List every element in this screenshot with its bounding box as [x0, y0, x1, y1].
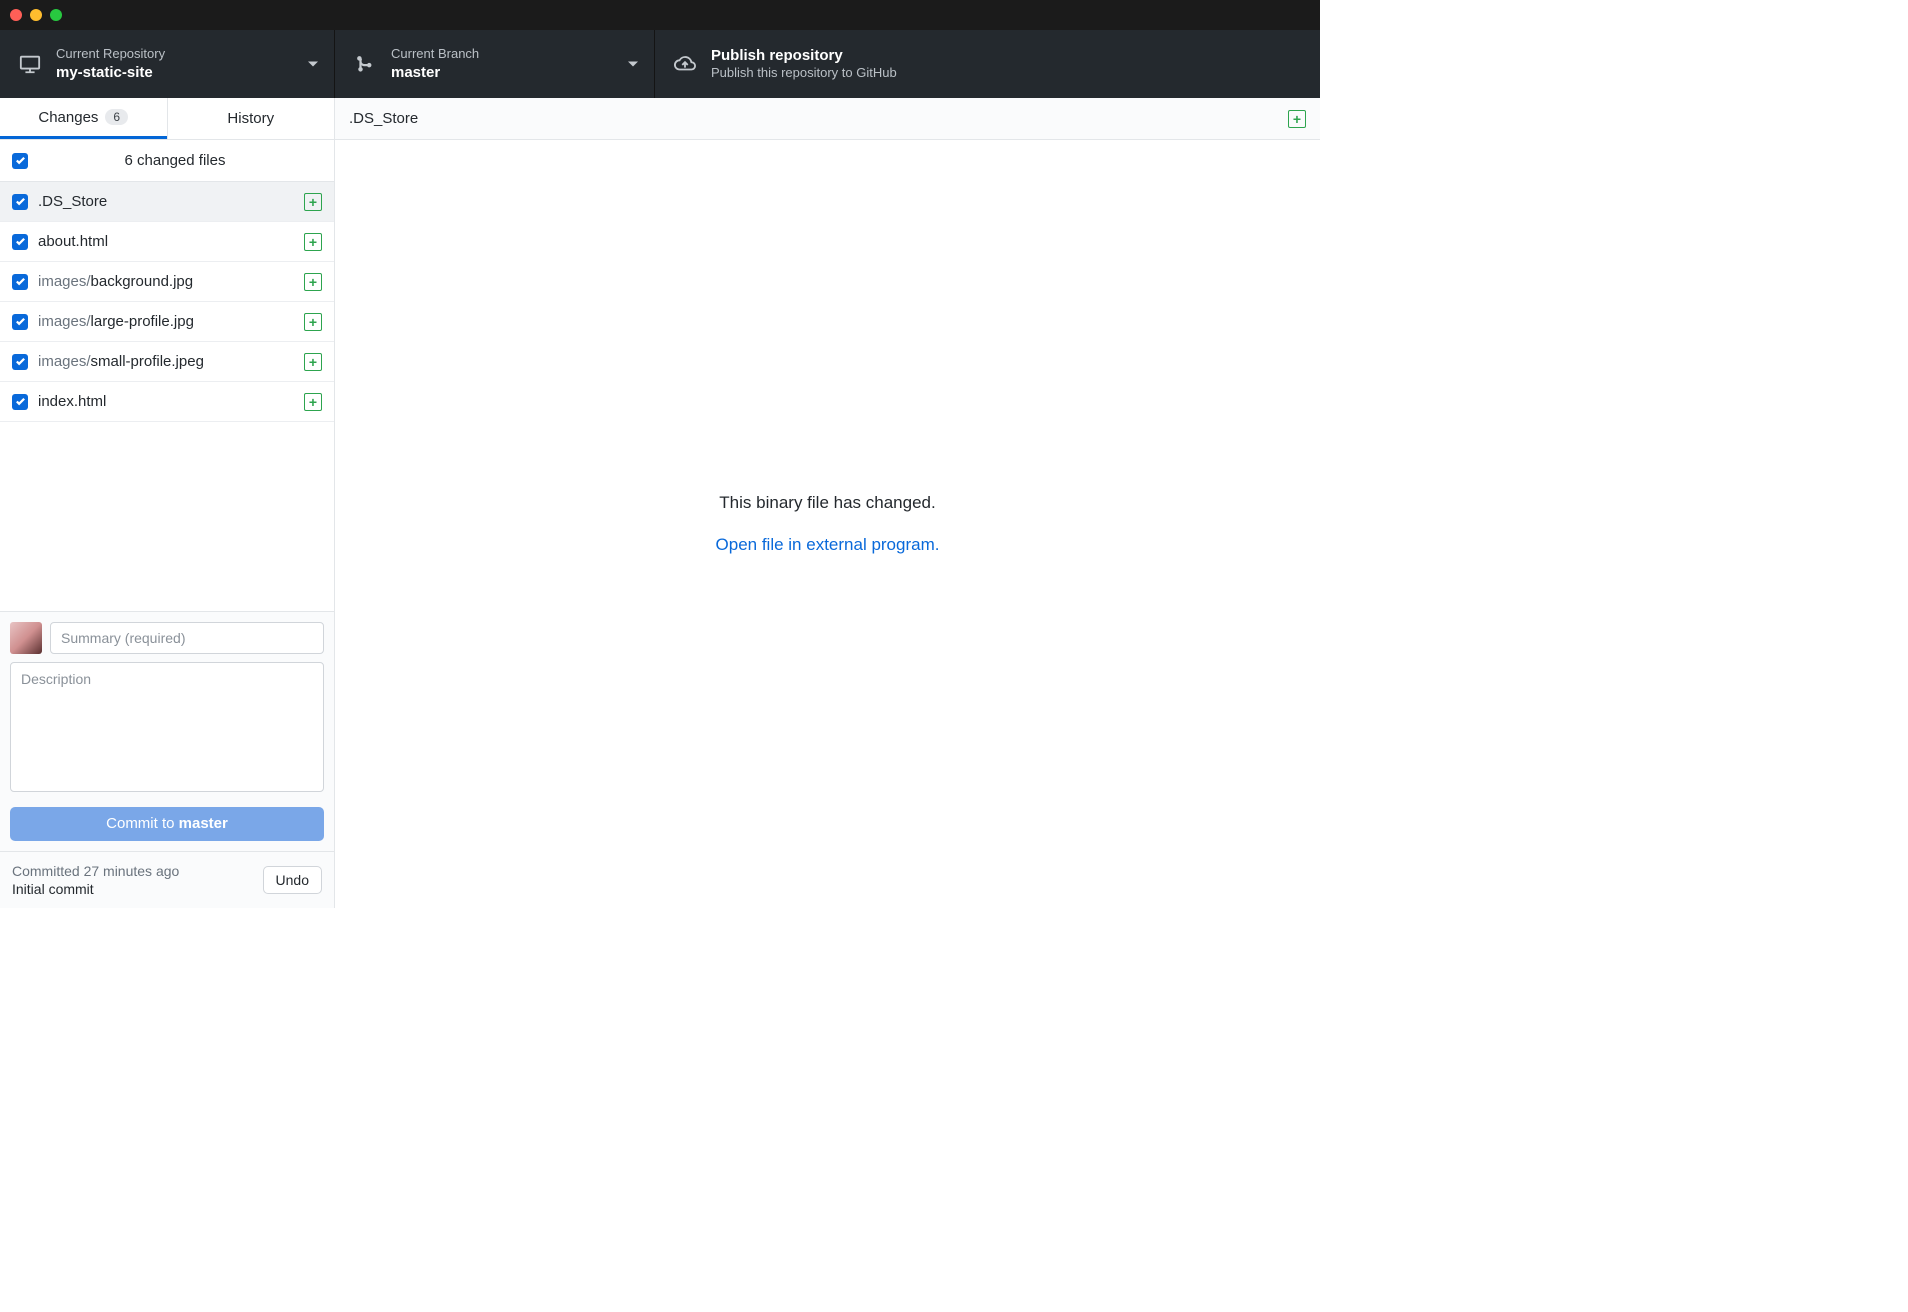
author-avatar [10, 622, 42, 654]
file-checkbox[interactable] [12, 314, 28, 330]
file-row[interactable]: .DS_Store + [0, 182, 334, 222]
added-icon: + [1288, 110, 1306, 128]
publish-title: Publish repository [711, 46, 897, 66]
monitor-icon [18, 52, 42, 76]
diff-body: This binary file has changed. Open file … [335, 140, 1320, 908]
changed-files-list: .DS_Store + about.html + images/backgrou… [0, 182, 334, 611]
file-name: .DS_Store [38, 193, 107, 210]
file-name: large-profile.jpg [91, 313, 194, 330]
commit-button[interactable]: Commit to master [10, 807, 324, 841]
added-icon: + [304, 393, 322, 411]
publish-subtitle: Publish this repository to GitHub [711, 65, 897, 82]
current-branch-dropdown[interactable]: Current Branch master [335, 30, 655, 98]
recent-commit-time: Committed 27 minutes ago [12, 862, 179, 880]
file-name: about.html [38, 233, 108, 250]
commit-button-prefix: Commit to [106, 815, 179, 832]
changes-sidebar: Changes 6 History 6 changed files .DS_St… [0, 98, 335, 908]
window-minimize-button[interactable] [30, 9, 42, 21]
repo-name: my-static-site [56, 63, 165, 83]
file-row[interactable]: images/large-profile.jpg + [0, 302, 334, 342]
file-name: background.jpg [91, 273, 194, 290]
file-dir: images/ [38, 313, 91, 330]
file-checkbox[interactable] [12, 394, 28, 410]
file-checkbox[interactable] [12, 194, 28, 210]
changes-count-badge: 6 [105, 109, 128, 125]
commit-summary-input[interactable] [50, 622, 324, 654]
current-repository-dropdown[interactable]: Current Repository my-static-site [0, 30, 335, 98]
branch-label: Current Branch [391, 46, 479, 63]
added-icon: + [304, 273, 322, 291]
publish-repository-button[interactable]: Publish repository Publish this reposito… [655, 30, 1320, 98]
diff-panel: .DS_Store + This binary file has changed… [335, 98, 1320, 908]
recent-commit-strip[interactable]: Committed 27 minutes ago Initial commit … [0, 851, 334, 908]
added-icon: + [304, 193, 322, 211]
window-close-button[interactable] [10, 9, 22, 21]
added-icon: + [304, 233, 322, 251]
commit-form: Commit to master [0, 611, 334, 851]
file-row[interactable]: about.html + [0, 222, 334, 262]
file-name: small-profile.jpeg [91, 353, 204, 370]
toolbar: Current Repository my-static-site Curren… [0, 30, 1320, 98]
added-icon: + [304, 353, 322, 371]
file-checkbox[interactable] [12, 354, 28, 370]
diff-header: .DS_Store + [335, 98, 1320, 140]
branch-name: master [391, 63, 479, 83]
tab-history[interactable]: History [167, 98, 335, 139]
window-zoom-button[interactable] [50, 9, 62, 21]
file-name: index.html [38, 393, 106, 410]
added-icon: + [304, 313, 322, 331]
file-row[interactable]: images/small-profile.jpeg + [0, 342, 334, 382]
changes-header: 6 changed files [0, 140, 334, 182]
undo-button[interactable]: Undo [263, 866, 322, 894]
chevron-down-icon [308, 62, 318, 67]
commit-description-input[interactable] [10, 662, 324, 792]
window-titlebar [0, 0, 1320, 30]
commit-button-branch: master [179, 815, 228, 832]
diff-file-name: .DS_Store [349, 110, 1288, 127]
file-dir: images/ [38, 353, 91, 370]
chevron-down-icon [628, 62, 638, 67]
sidebar-tabs: Changes 6 History [0, 98, 334, 140]
file-row[interactable]: images/background.jpg + [0, 262, 334, 302]
binary-file-message: This binary file has changed. [719, 493, 935, 513]
open-external-link[interactable]: Open file in external program. [716, 535, 940, 555]
select-all-checkbox[interactable] [12, 153, 28, 169]
file-checkbox[interactable] [12, 274, 28, 290]
file-dir: images/ [38, 273, 91, 290]
repo-label: Current Repository [56, 46, 165, 63]
file-row[interactable]: index.html + [0, 382, 334, 422]
tab-history-label: History [227, 110, 274, 127]
tab-changes-label: Changes [38, 109, 98, 126]
file-checkbox[interactable] [12, 234, 28, 250]
git-branch-icon [353, 52, 377, 76]
tab-changes[interactable]: Changes 6 [0, 98, 167, 139]
changes-header-text: 6 changed files [28, 152, 322, 169]
recent-commit-message: Initial commit [12, 880, 179, 898]
cloud-upload-icon [673, 52, 697, 76]
